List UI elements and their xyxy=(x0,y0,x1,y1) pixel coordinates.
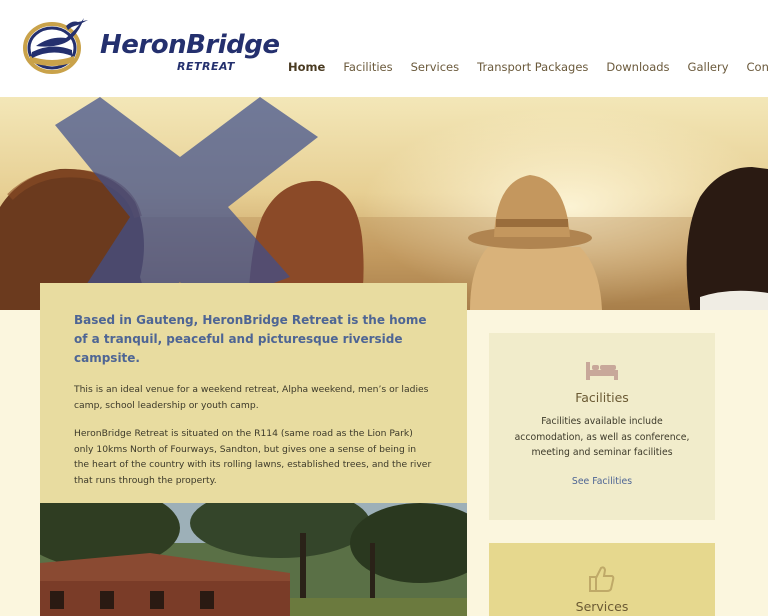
nav-item-downloads[interactable]: Downloads xyxy=(606,60,669,74)
nav-item-home[interactable]: Home xyxy=(288,60,325,74)
facilities-card-desc: Facilities available include accomodatio… xyxy=(514,416,690,458)
services-card-title: Services xyxy=(575,599,629,614)
intro-card: Based in Gauteng, HeronBridge Retreat is… xyxy=(40,283,467,503)
hero-image xyxy=(0,97,768,310)
bed-icon xyxy=(489,358,715,386)
main-nav: Home Facilities Services Transport Packa… xyxy=(288,60,768,74)
nav-item-services[interactable]: Services xyxy=(411,60,460,74)
site-header: HeronBridge RETREAT Home Facilities Serv… xyxy=(0,0,768,97)
brand-subtitle: RETREAT xyxy=(177,60,235,73)
venue-image xyxy=(40,503,467,616)
intro-paragraph-1: This is an ideal venue for a weekend ret… xyxy=(74,384,429,411)
intro-heading: Based in Gauteng, HeronBridge Retreat is… xyxy=(74,313,427,365)
services-card: Services xyxy=(489,543,715,616)
intro-paragraph-2: HeronBridge Retreat is situated on the R… xyxy=(74,428,432,486)
nav-item-facilities[interactable]: Facilities xyxy=(343,60,392,74)
nav-item-transport-packages[interactable]: Transport Packages xyxy=(477,60,588,74)
hero-banner xyxy=(0,97,768,310)
heron-logo-icon xyxy=(23,18,88,74)
facilities-card-title: Facilities xyxy=(575,390,629,405)
nav-item-gallery[interactable]: Gallery xyxy=(688,60,729,74)
site-logo[interactable]: HeronBridge RETREAT xyxy=(22,12,280,78)
nav-item-contact[interactable]: Contact xyxy=(747,60,768,74)
see-facilities-link[interactable]: See Facilities xyxy=(489,476,715,487)
thumbs-up-icon xyxy=(489,565,715,597)
venue-photo xyxy=(40,503,467,616)
brand-name: HeronBridge xyxy=(100,30,280,60)
facilities-card: Facilities Facilities available include … xyxy=(489,333,715,520)
